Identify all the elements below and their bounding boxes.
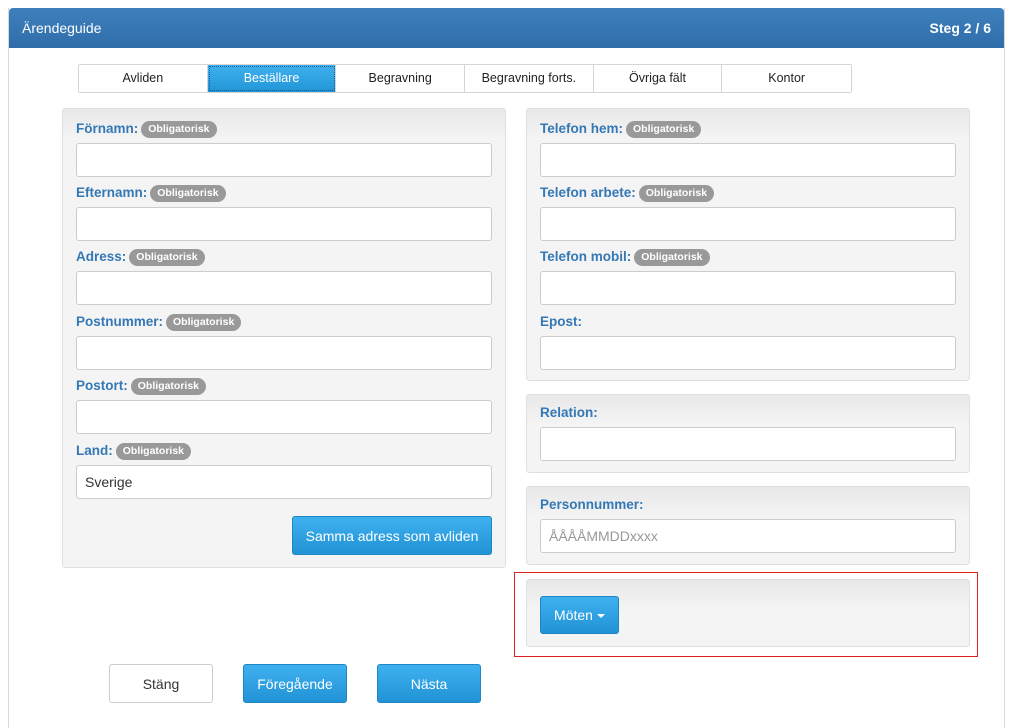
telefon-mobil-label: Telefon mobil: — [540, 249, 632, 264]
required-badge: Obligatorisk — [166, 314, 242, 331]
required-badge: Obligatorisk — [141, 121, 217, 138]
personnummer-label: Personnummer: — [540, 497, 644, 512]
required-badge: Obligatorisk — [634, 249, 710, 266]
tab-ovriga-falt[interactable]: Övriga fält — [593, 65, 723, 92]
fornamn-input[interactable] — [76, 143, 492, 177]
telefon-mobil-input[interactable] — [540, 271, 956, 305]
adress-input[interactable] — [76, 271, 492, 305]
land-group: Land: Obligatorisk — [76, 441, 492, 499]
tab-begravning[interactable]: Begravning — [336, 65, 466, 92]
telefon-hem-input[interactable] — [540, 143, 956, 177]
telefon-hem-label: Telefon hem: — [540, 121, 624, 136]
adress-group: Adress: Obligatorisk — [76, 247, 492, 305]
postnummer-input[interactable] — [76, 336, 492, 370]
fornamn-group: Förnamn: Obligatorisk — [76, 119, 492, 177]
relation-label: Relation: — [540, 405, 598, 420]
telefon-hem-group: Telefon hem: Obligatorisk — [540, 119, 956, 177]
required-badge: Obligatorisk — [130, 378, 207, 395]
contact-panel: Telefon hem: Obligatorisk Telefon arbete:… — [526, 108, 970, 381]
tab-avliden[interactable]: Avliden — [79, 65, 208, 92]
postort-input[interactable] — [76, 400, 492, 434]
required-badge: Obligatorisk — [638, 185, 715, 202]
personnummer-panel: Personnummer: — [526, 486, 970, 565]
tab-bestallare[interactable]: Beställare — [207, 65, 337, 92]
efternamn-group: Efternamn: Obligatorisk — [76, 183, 492, 241]
fornamn-label: Förnamn: — [76, 121, 139, 136]
relation-input[interactable] — [540, 427, 956, 461]
postort-group: Postort: Obligatorisk — [76, 376, 492, 434]
required-badge: Obligatorisk — [129, 249, 205, 266]
telefon-arbete-group: Telefon arbete: Obligatorisk — [540, 183, 956, 241]
tab-begravning-forts[interactable]: Begravning forts. — [465, 65, 594, 92]
close-button[interactable]: Stäng — [109, 664, 213, 703]
postort-label: Postort: — [76, 378, 128, 393]
previous-button[interactable]: Föregående — [243, 664, 347, 703]
tab-kontor[interactable]: Kontor — [722, 65, 852, 92]
wizard-tabs: Avliden Beställare Begravning Begravning… — [78, 64, 852, 93]
next-button[interactable]: Nästa — [377, 664, 481, 703]
epost-group: Epost: — [540, 312, 956, 370]
dialog-header: Ärendeguide Steg 2 / 6 — [9, 8, 1004, 48]
required-badge: Obligatorisk — [626, 121, 702, 138]
epost-label: Epost: — [540, 314, 582, 329]
personnummer-group: Personnummer: — [540, 495, 956, 553]
orderer-address-panel: Förnamn: Obligatorisk Efternamn: Obligator… — [62, 108, 506, 568]
telefon-arbete-label: Telefon arbete: — [540, 185, 636, 200]
personnummer-input[interactable] — [540, 519, 956, 553]
land-input[interactable] — [76, 465, 492, 499]
telefon-mobil-group: Telefon mobil: Obligatorisk — [540, 247, 956, 305]
efternamn-input[interactable] — [76, 207, 492, 241]
relation-group: Relation: — [540, 403, 956, 461]
efternamn-label: Efternamn: — [76, 185, 148, 200]
postnummer-group: Postnummer: Obligatorisk — [76, 312, 492, 370]
required-badge: Obligatorisk — [115, 443, 192, 460]
required-badge: Obligatorisk — [150, 185, 226, 202]
relation-panel: Relation: — [526, 394, 970, 473]
postnummer-label: Postnummer: — [76, 314, 164, 329]
step-indicator: Steg 2 / 6 — [929, 20, 991, 36]
telefon-arbete-input[interactable] — [540, 207, 956, 241]
land-label: Land: — [76, 443, 113, 458]
adress-label: Adress: — [76, 249, 127, 264]
epost-input[interactable] — [540, 336, 956, 370]
same-address-button[interactable]: Samma adress som avliden — [292, 516, 492, 555]
highlight-box — [514, 572, 978, 657]
dialog-title: Ärendeguide — [22, 20, 102, 36]
